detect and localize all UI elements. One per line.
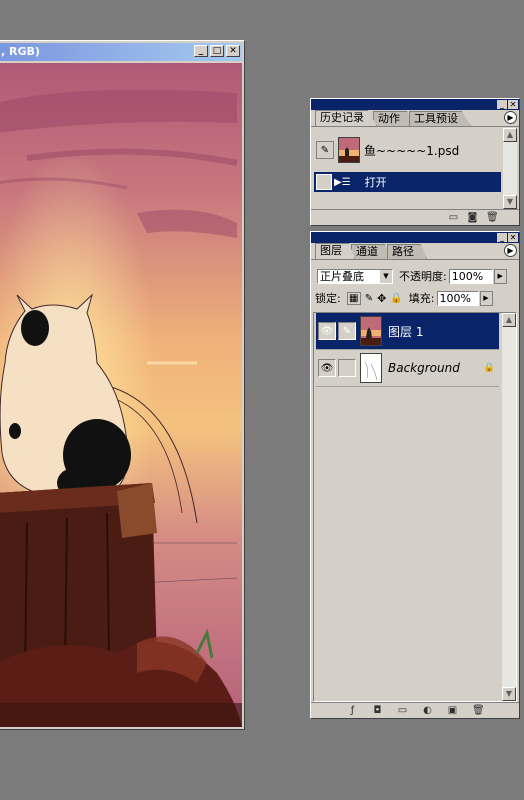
panel-close-button[interactable]: ✕: [508, 100, 518, 109]
panel-close-button[interactable]: ✕: [508, 233, 518, 242]
history-brush-source-icon[interactable]: ✎: [316, 141, 334, 159]
opacity-slider-arrow-icon[interactable]: ▶: [493, 268, 507, 284]
fill-input[interactable]: 100%: [436, 290, 479, 306]
trash-icon[interactable]: 🗑: [486, 212, 499, 223]
tab-tool-presets[interactable]: 工具预设: [409, 111, 471, 126]
close-button[interactable]: ✕: [226, 45, 240, 57]
snapshot-thumbnail: [338, 137, 360, 163]
maximize-button[interactable]: □: [210, 45, 224, 57]
fill-slider-arrow-icon[interactable]: ▶: [479, 290, 493, 306]
layer-name: 图层 1: [388, 324, 424, 339]
panel-menu-arrow-icon[interactable]: ▶: [504, 244, 517, 257]
layer-brush-icon[interactable]: ✎: [338, 322, 356, 340]
blend-mode-value: 正片叠底: [320, 269, 364, 283]
layer-style-icon[interactable]: ƒ: [347, 705, 358, 716]
tab-channels[interactable]: 通道: [351, 244, 391, 259]
document-title: , RGB): [1, 45, 40, 58]
scroll-down-arrow-icon[interactable]: ▼: [502, 687, 516, 701]
document-window[interactable]: , RGB) _ □ ✕: [0, 40, 245, 730]
visibility-eye-icon[interactable]: 👁: [318, 359, 336, 377]
lock-row: 锁定: ▦ ✎ ✥ 🔒 填充: 100% ▶: [315, 290, 515, 306]
history-state-checkbox[interactable]: [316, 174, 332, 190]
layer-row-layer1[interactable]: 👁 ✎ 图层 1: [316, 313, 499, 350]
layers-panel-titlebar[interactable]: _ ✕: [311, 232, 519, 243]
lock-image-icon[interactable]: ✎: [365, 293, 373, 304]
fill-value: 100%: [439, 291, 471, 305]
layer-link-box[interactable]: [338, 359, 356, 377]
scroll-up-arrow-icon[interactable]: ▲: [502, 313, 516, 327]
new-document-from-state-icon[interactable]: ▭: [448, 212, 459, 223]
document-titlebar[interactable]: , RGB) _ □ ✕: [0, 43, 242, 61]
tab-layers[interactable]: 图层: [315, 243, 355, 259]
panel-minimize-button[interactable]: _: [497, 100, 507, 109]
layers-panel[interactable]: _ ✕ 图层 通道 路径 ▶ 正片叠底 ▼ 不透明度: 100% ▶ 锁定: ▦…: [310, 231, 520, 719]
history-panel[interactable]: _ ✕ 历史记录 动作 工具预设 ▶ ✎ 鱼~~~~~1.psd ▶☰ 打开 ▲…: [310, 98, 520, 226]
new-layer-icon[interactable]: ▣: [447, 705, 458, 716]
opacity-label: 不透明度:: [399, 270, 447, 283]
history-list: ✎ 鱼~~~~~1.psd ▶☰ 打开 ▲ ▼: [312, 128, 518, 209]
panel-minimize-button[interactable]: _: [497, 233, 507, 242]
scroll-down-arrow-icon[interactable]: ▼: [503, 195, 517, 209]
layer-thumbnail: [360, 316, 382, 346]
tab-actions[interactable]: 动作: [373, 111, 413, 126]
new-group-icon[interactable]: ▭: [397, 705, 408, 716]
layers-footer: ƒ ◘ ▭ ◐ ▣ 🗑: [311, 702, 519, 718]
chevron-down-icon: ▼: [380, 269, 392, 283]
history-state-label: 打开: [364, 176, 387, 189]
scroll-up-arrow-icon[interactable]: ▲: [503, 128, 517, 142]
cat-painting: [0, 63, 242, 727]
layer-thumbnail: [360, 353, 382, 383]
lock-position-icon[interactable]: ✥: [377, 292, 386, 305]
trash-icon[interactable]: 🗑: [472, 705, 485, 716]
layer-name: Background: [388, 361, 460, 375]
tab-paths[interactable]: 路径: [387, 244, 427, 259]
history-scrollbar[interactable]: ▲ ▼: [503, 128, 517, 209]
layer-row-background[interactable]: 👁 Background 🔒: [316, 350, 499, 387]
snapshot-label: 鱼~~~~~1.psd: [364, 143, 460, 158]
history-state-row[interactable]: ▶☰ 打开: [314, 172, 501, 192]
history-snapshot[interactable]: ✎ 鱼~~~~~1.psd: [314, 136, 501, 164]
layer-mask-icon[interactable]: ◘: [372, 705, 383, 716]
snapshot-camera-icon[interactable]: ◙: [467, 212, 478, 223]
image-canvas[interactable]: [0, 63, 242, 727]
layers-tabs: 图层 通道 路径 ▶: [311, 243, 519, 260]
history-footer: ▭ ◙ 🗑: [311, 209, 519, 225]
fill-label: 填充:: [408, 292, 435, 305]
tab-history[interactable]: 历史记录: [315, 110, 377, 126]
history-tabs: 历史记录 动作 工具预设 ▶: [311, 110, 519, 127]
adjustment-layer-icon[interactable]: ◐: [422, 705, 433, 716]
minimize-button[interactable]: _: [194, 45, 208, 57]
panel-menu-arrow-icon[interactable]: ▶: [504, 111, 517, 124]
lock-transparency-icon[interactable]: ▦: [346, 291, 361, 305]
layers-scrollbar[interactable]: ▲ ▼: [502, 313, 516, 701]
visibility-eye-icon[interactable]: 👁: [318, 322, 336, 340]
lock-label: 锁定:: [315, 292, 341, 305]
blend-mode-select[interactable]: 正片叠底 ▼: [317, 268, 393, 284]
lock-icon: 🔒: [483, 363, 495, 373]
opacity-value: 100%: [451, 269, 484, 283]
opacity-input[interactable]: 100%: [448, 268, 493, 284]
layer-list: 👁 ✎ 图层 1 👁 Background 🔒 ▲ ▼: [313, 312, 517, 702]
blend-row: 正片叠底 ▼ 不透明度: 100% ▶: [317, 268, 515, 284]
history-state-icon: ▶☰: [334, 176, 351, 188]
lock-all-icon[interactable]: 🔒: [390, 293, 402, 304]
history-panel-titlebar[interactable]: _ ✕: [311, 99, 519, 110]
